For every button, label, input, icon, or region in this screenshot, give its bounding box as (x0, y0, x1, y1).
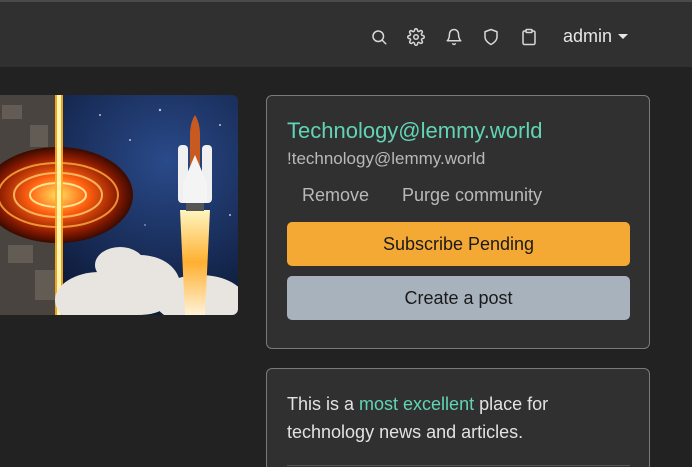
subscribe-button[interactable]: Subscribe Pending (287, 222, 630, 266)
shield-icon[interactable] (481, 27, 501, 47)
remove-button[interactable]: Remove (302, 185, 369, 206)
user-menu[interactable]: admin (563, 25, 629, 47)
gear-icon[interactable] (406, 27, 426, 47)
top-navbar: admin (0, 0, 692, 67)
community-description: This is a most excellent place for techn… (287, 390, 627, 446)
clipboard-icon[interactable] (519, 27, 539, 47)
search-icon[interactable] (369, 27, 389, 47)
community-description-card: This is a most excellent place for techn… (266, 368, 650, 467)
chevron-down-icon (618, 34, 629, 39)
community-sidebar-card: Technology@lemmy.world !technology@lemmy… (266, 95, 650, 349)
description-text-start: This is a (287, 394, 360, 414)
create-post-button[interactable]: Create a post (287, 276, 630, 320)
community-title-link[interactable]: Technology@lemmy.world (287, 118, 542, 144)
description-link[interactable]: most excellent (359, 394, 474, 414)
bell-icon[interactable] (444, 27, 464, 47)
username: admin (563, 25, 613, 46)
purge-community-button[interactable]: Purge community (402, 185, 542, 206)
community-handle: !technology@lemmy.world (287, 149, 486, 168)
community-banner-image (0, 95, 238, 315)
divider (287, 465, 630, 466)
